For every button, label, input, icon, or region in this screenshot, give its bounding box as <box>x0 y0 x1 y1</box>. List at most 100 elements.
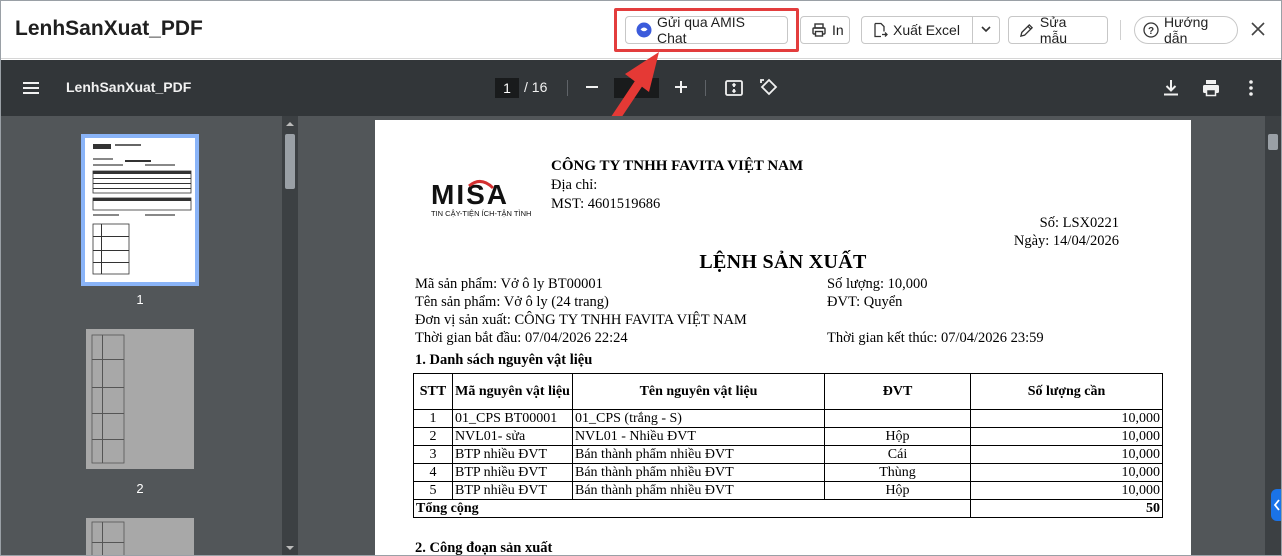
page-thumbnail-preview <box>92 144 192 275</box>
side-panel-toggle[interactable] <box>1271 489 1281 521</box>
cell-quantity: 10,000 <box>970 445 1163 464</box>
product-name: Tên sản phẩm: Vở ô ly (24 trang) <box>415 294 609 310</box>
cell-stt: 5 <box>413 481 453 500</box>
total-label: Tổng cộng <box>413 499 971 518</box>
product-unit: ĐVT: Quyển <box>827 294 903 310</box>
export-excel-button[interactable]: Xuất Excel <box>861 16 973 44</box>
end-time: Thời gian kết thúc: 07/04/2026 23:59 <box>827 330 1044 346</box>
export-options-dropdown[interactable] <box>972 16 1000 44</box>
cell-material-code: BTP nhiều ĐVT <box>452 463 573 482</box>
thumbnail-sidebar: 1 2 <box>1 116 299 555</box>
cell-material-code: BTP nhiều ĐVT <box>452 481 573 500</box>
page-total: / 16 <box>524 79 548 95</box>
print-label: In <box>832 22 844 38</box>
print-icon[interactable] <box>1200 77 1222 99</box>
section-materials-title: 1. Danh sách nguyên vật liệu <box>415 352 593 368</box>
document-viewport: MISA TIN CẬY-TIỆN ÍCH-TẬN TÌNH CÔNG TY T… <box>299 116 1281 556</box>
menu-icon[interactable] <box>21 78 41 98</box>
pencil-icon <box>1019 22 1035 38</box>
thumbnail-page-number: 2 <box>136 481 144 496</box>
rotate-icon[interactable] <box>758 76 780 98</box>
col-header-unit: ĐVT <box>824 373 971 410</box>
logo-tagline: TIN CẬY-TIỆN ÍCH-TẬN TÌNH <box>431 209 531 218</box>
pdf-viewer-toolbar: LenhSanXuat_PDF 1 / 16 <box>1 52 1281 139</box>
download-icon[interactable] <box>1160 77 1182 99</box>
cell-quantity: 10,000 <box>970 481 1163 500</box>
edit-template-button[interactable]: Sửa mẫu <box>1008 14 1108 46</box>
scroll-down-icon[interactable] <box>285 544 295 552</box>
table-total-row: Tổng cộng 50 <box>413 499 1163 518</box>
cell-material-name: Bán thành phẩm nhiều ĐVT <box>572 463 825 482</box>
product-quantity: Số lượng: 10,000 <box>827 276 928 292</box>
send-amis-chat-label: Gửi qua AMIS Chat <box>657 14 745 46</box>
table-row: 2 NVL01- sửa NVL01 - Nhiều ĐVT Hộp 10,00… <box>413 427 1163 446</box>
product-code: Mã sản phẩm: Vở ô ly BT00001 <box>415 276 603 292</box>
export-excel-label: Xuất Excel <box>893 22 960 38</box>
company-address: Địa chỉ: <box>551 177 598 193</box>
document-scrollbar-thumb[interactable] <box>1268 134 1278 150</box>
send-amis-chat-button[interactable]: Gửi qua AMIS Chat <box>625 14 788 46</box>
page-thumbnail-preview <box>91 521 125 555</box>
page-thumbnail-preview <box>91 334 125 464</box>
cell-quantity: 10,000 <box>970 409 1163 428</box>
cell-unit: Thùng <box>824 463 971 482</box>
cell-stt: 4 <box>413 463 453 482</box>
cell-stt: 3 <box>413 445 453 464</box>
cell-quantity: 10,000 <box>970 463 1163 482</box>
thumbnail-scrollbar-thumb[interactable] <box>285 134 295 189</box>
materials-table: STT Mã nguyên vật liệu Tên nguyên vật li… <box>413 373 1163 518</box>
toolbar-divider <box>705 80 706 96</box>
edit-template-label: Sửa mẫu <box>1039 14 1068 46</box>
document-name: LenhSanXuat_PDF <box>66 79 192 95</box>
cell-unit: Cái <box>824 445 971 464</box>
table-row: 3 BTP nhiều ĐVT Bán thành phẩm nhiều ĐVT… <box>413 445 1163 464</box>
table-header-row: STT Mã nguyên vật liệu Tên nguyên vật li… <box>413 373 1163 410</box>
table-row: 1 01_CPS BT00001 01_CPS (trắng - S) 10,0… <box>413 409 1163 428</box>
cell-material-name: Bán thành phẩm nhiều ĐVT <box>572 445 825 464</box>
document-heading: LỆNH SẢN XUẤT <box>699 251 867 273</box>
table-row: 5 BTP nhiều ĐVT Bán thành phẩm nhiều ĐVT… <box>413 481 1163 500</box>
help-button[interactable]: ? Hướng dẫn <box>1134 14 1238 46</box>
company-tax-code: MST: 4601519686 <box>551 196 661 212</box>
more-options-icon[interactable] <box>1240 77 1262 99</box>
chevron-down-icon <box>979 22 993 39</box>
document-date: Ngày: 14/04/2026 <box>1013 233 1119 249</box>
help-label: Hướng dẫn <box>1164 14 1209 46</box>
fit-page-icon[interactable] <box>723 77 745 99</box>
header-divider <box>1120 20 1121 40</box>
scroll-up-icon[interactable] <box>285 120 295 128</box>
page-thumbnail[interactable] <box>81 134 199 286</box>
section-stages-title: 2. Công đoạn sản xuất <box>415 540 553 556</box>
start-time: Thời gian bắt đầu: 07/04/2026 22:24 <box>415 330 628 346</box>
app-window: LenhSanXuat_PDF Gửi qua AMIS Chat In Xuấ… <box>0 0 1282 556</box>
close-icon[interactable] <box>1247 18 1269 40</box>
printer-icon <box>811 22 827 38</box>
cell-material-code: 01_CPS BT00001 <box>452 409 573 428</box>
misa-logo: MISA TIN CẬY-TIỆN ÍCH-TẬN TÌNH <box>431 179 531 218</box>
print-button[interactable]: In <box>800 16 850 44</box>
page-title: LenhSanXuat_PDF <box>15 17 203 40</box>
col-header-stt: STT <box>413 373 453 410</box>
cell-stt: 2 <box>413 427 453 446</box>
cell-stt: 1 <box>413 409 453 428</box>
company-name: CÔNG TY TNHH FAVITA VIỆT NAM <box>551 158 804 174</box>
top-header: LenhSanXuat_PDF Gửi qua AMIS Chat In Xuấ… <box>1 1 1281 59</box>
help-icon: ? <box>1143 22 1159 38</box>
page-thumbnail[interactable] <box>86 329 194 469</box>
col-header-material-code: Mã nguyên vật liệu <box>452 373 573 410</box>
export-file-icon <box>872 22 888 38</box>
col-header-material-name: Tên nguyên vật liệu <box>572 373 825 410</box>
pdf-page: MISA TIN CẬY-TIỆN ÍCH-TẬN TÌNH CÔNG TY T… <box>375 120 1191 556</box>
page-thumbnail[interactable] <box>86 518 194 555</box>
document-number: Số: LSX0221 <box>1039 215 1119 231</box>
col-header-quantity: Số lượng cần <box>970 373 1163 410</box>
total-value: 50 <box>970 499 1163 518</box>
zoom-in-icon[interactable] <box>670 76 692 98</box>
amis-chat-icon <box>636 22 652 38</box>
page-number-input[interactable]: 1 <box>495 78 519 98</box>
table-row: 4 BTP nhiều ĐVT Bán thành phẩm nhiều ĐVT… <box>413 463 1163 482</box>
thumbnail-page-number: 1 <box>136 292 144 307</box>
cell-material-code: NVL01- sửa <box>452 427 573 446</box>
cell-unit <box>824 409 971 428</box>
cell-unit: Hộp <box>824 481 971 500</box>
